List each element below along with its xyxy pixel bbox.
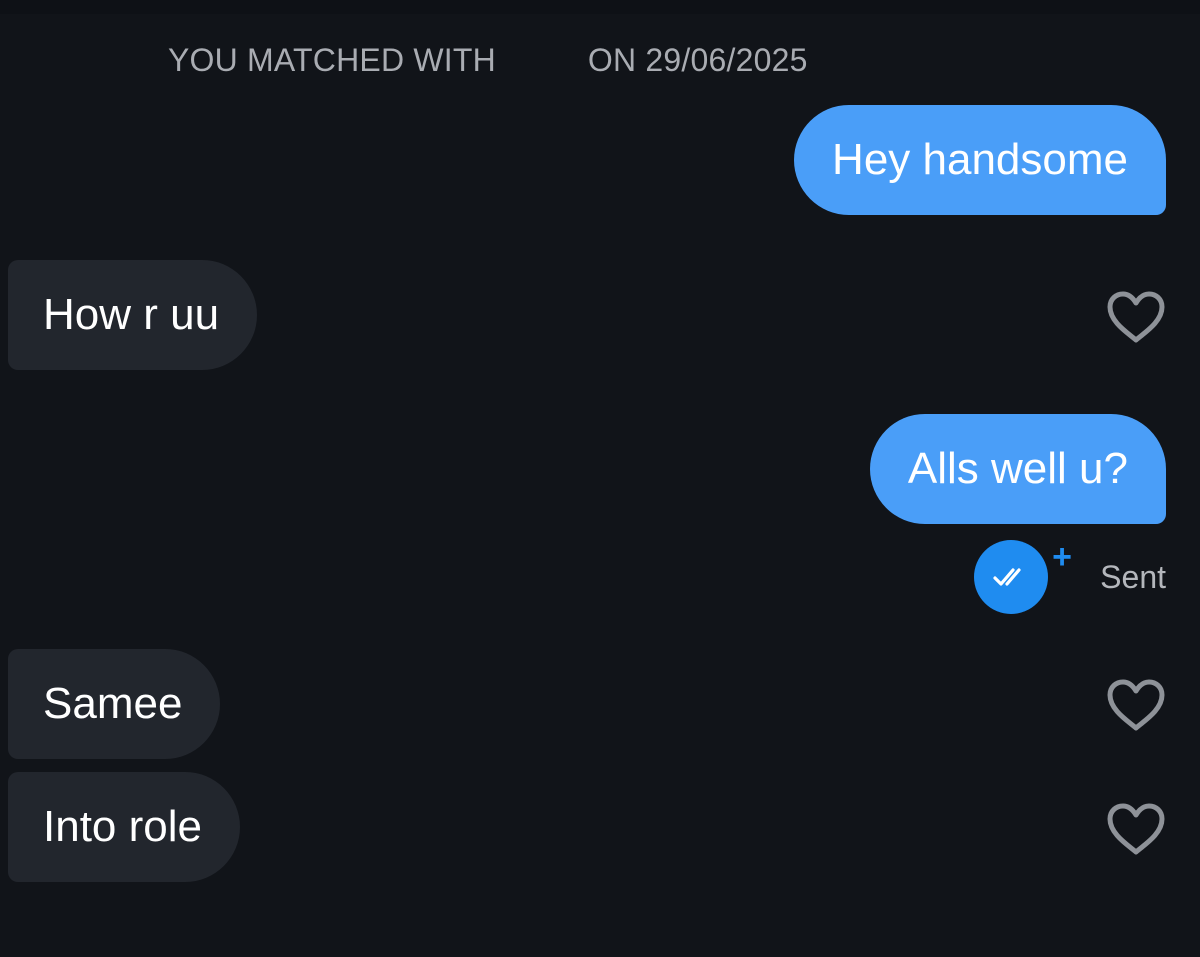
message-bubble-outgoing[interactable]: Hey handsome — [794, 105, 1166, 215]
message-bubble-incoming[interactable]: Into role — [8, 772, 240, 882]
message-text: Samee — [43, 679, 183, 728]
sent-status-label: Sent — [1100, 558, 1166, 595]
message-text: Alls well u? — [907, 444, 1128, 493]
message-text: Into role — [43, 802, 202, 851]
top-divider — [0, 0, 1200, 14]
plus-icon[interactable]: + — [1052, 540, 1078, 574]
message-bubble-incoming[interactable]: How r uu — [8, 260, 258, 370]
double-check-icon — [974, 540, 1049, 614]
message-bubble-outgoing[interactable]: Alls well u? — [869, 414, 1166, 524]
match-header: YOU MATCHED WITH ON 29/06/2025 — [168, 42, 808, 79]
message-text: How r uu — [43, 290, 220, 339]
heart-outline-icon[interactable] — [1106, 678, 1166, 732]
message-text: Hey handsome — [832, 135, 1128, 184]
message-bubble-incoming[interactable]: Samee — [8, 649, 221, 759]
heart-outline-icon[interactable] — [1106, 290, 1166, 344]
match-prefix: YOU MATCHED WITH — [168, 42, 496, 78]
chat-thread: YOU MATCHED WITH ON 29/06/2025 Hey hands… — [0, 0, 1200, 957]
message-status: + Sent — [974, 540, 1166, 614]
match-date: ON 29/06/2025 — [587, 42, 808, 78]
heart-outline-icon[interactable] — [1106, 802, 1166, 856]
